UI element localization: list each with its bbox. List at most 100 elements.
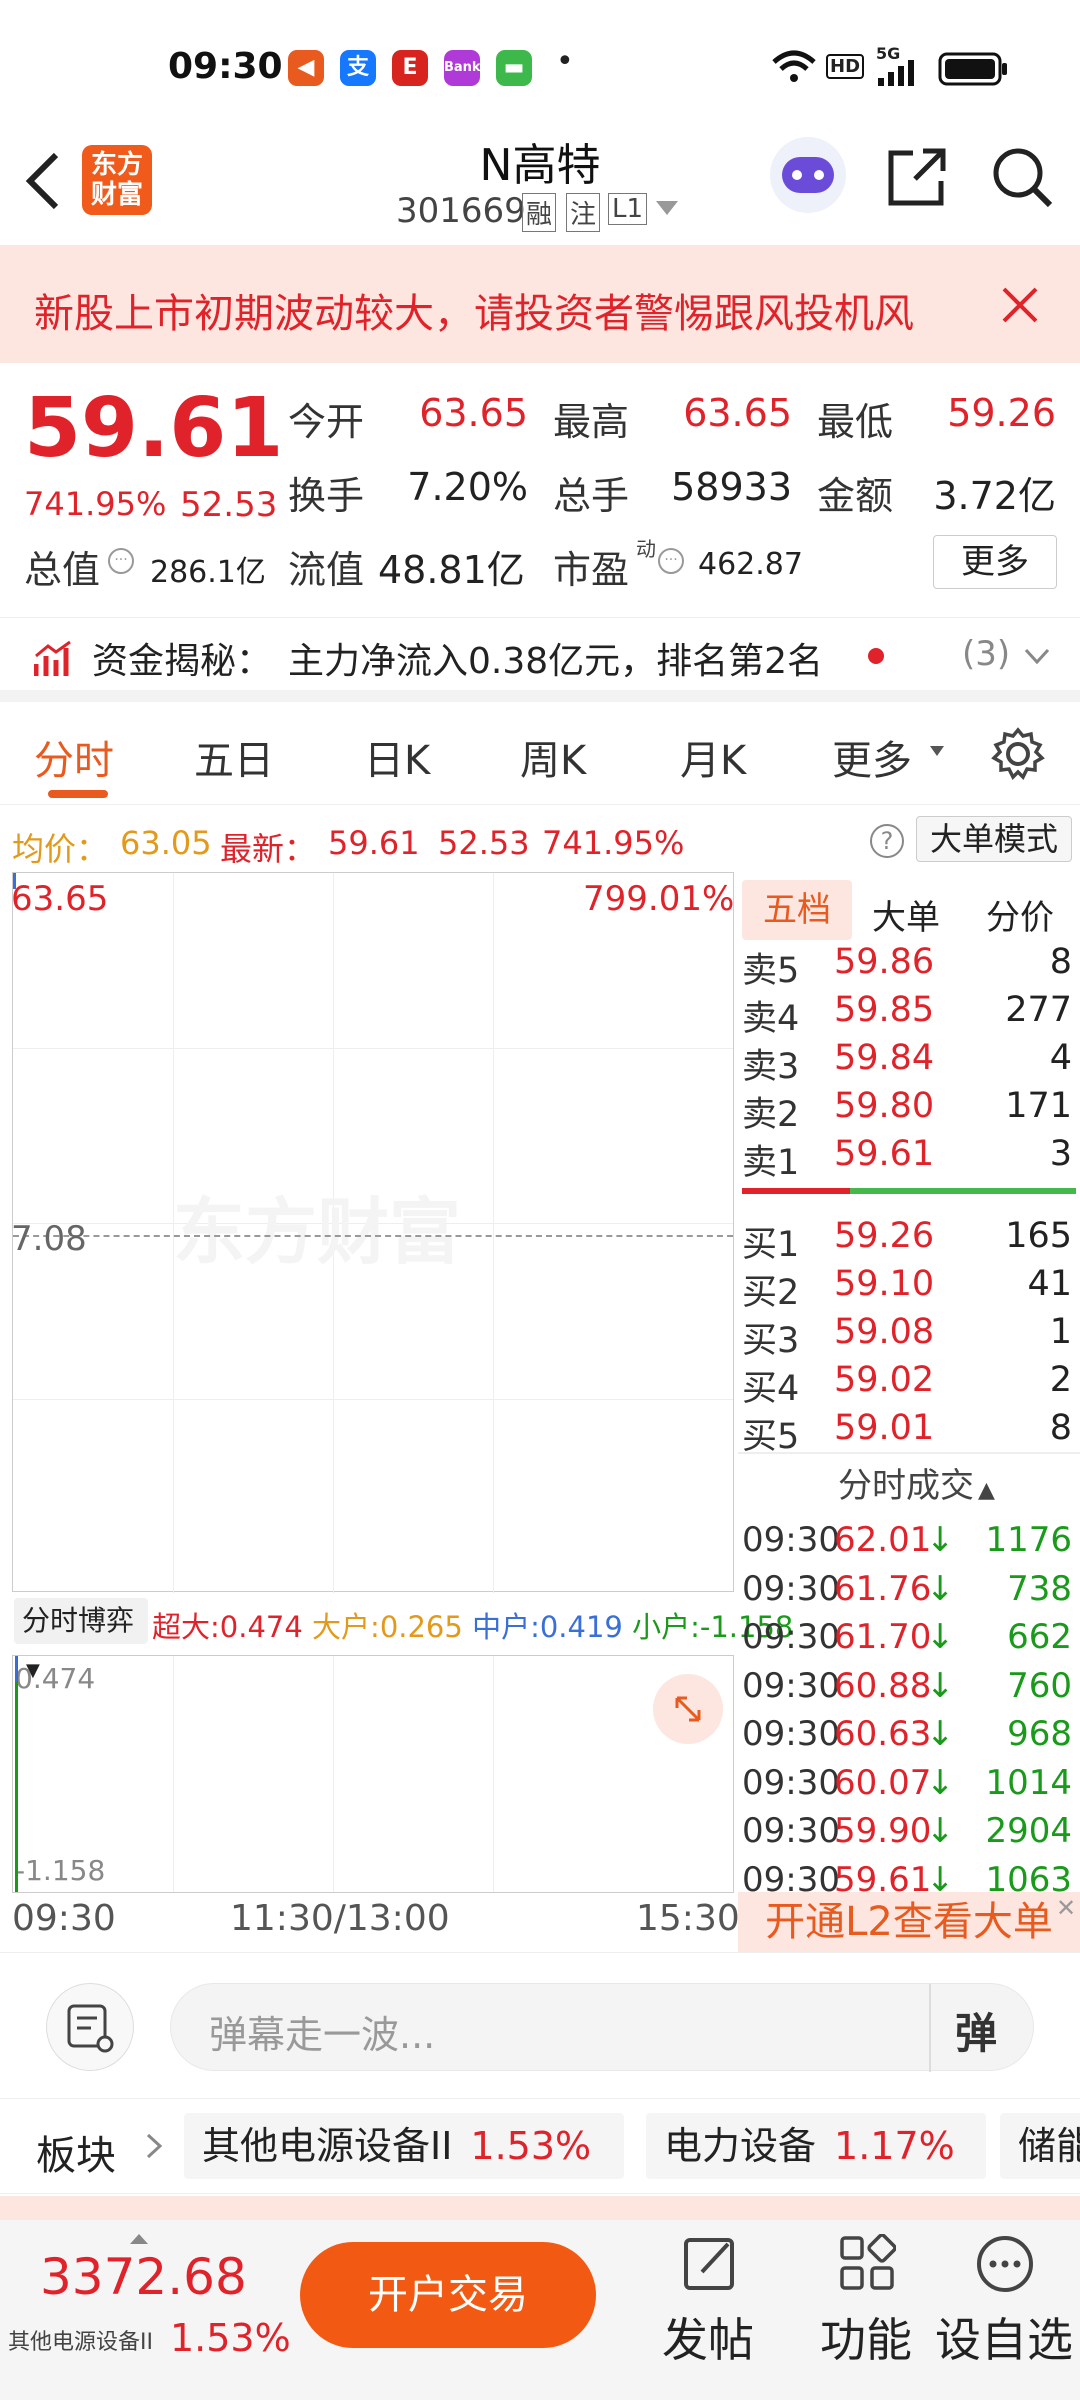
big-order-mode-button[interactable]: 大单模式 (916, 816, 1072, 862)
info-icon[interactable]: ··· (108, 548, 134, 574)
edit-icon (684, 2238, 734, 2290)
tab-more[interactable]: 更多 (832, 728, 912, 786)
pe-dynamic-mark: 动 (636, 537, 656, 561)
trade-time: 09:30 (742, 1520, 840, 1560)
level-label: 卖3 (742, 1047, 800, 1087)
app-notification-icon: ◀ (288, 50, 324, 86)
latest-price: 59.61 (328, 824, 420, 862)
message-app-icon: ▬ (496, 50, 532, 86)
trade-row: 09:30 61.70 ↓ 662 (738, 1617, 1076, 1665)
sector-bar: 板块 其他电源设备II 1.53% 电力设备 1.17% 储能 (0, 2098, 1080, 2194)
status-bar: 09:30 ◀ 支 E Bank ▬ • HD 5G (0, 0, 1080, 130)
level-volume: 165 (1005, 1216, 1072, 1256)
risk-warning-text: 新股上市初期波动较大，请投资者警惕跟风投机风 (34, 291, 914, 337)
tab-price-distribution[interactable]: 分价 (986, 890, 1054, 939)
level-price: 59.02 (834, 1360, 935, 1400)
indicator-subchart[interactable]: 0.474 -1.158 (12, 1655, 734, 1893)
close-icon[interactable] (1000, 285, 1040, 325)
trade-row: 09:30 62.01 ↓ 1176 (738, 1520, 1076, 1568)
intraday-chart[interactable]: 东方财富 7.08 63.65 799.01% (11, 872, 734, 1593)
price-line (13, 873, 16, 889)
expand-icon[interactable] (653, 1674, 723, 1744)
dropdown-icon[interactable] (656, 201, 678, 215)
add-watchlist-button[interactable]: 设自选 (935, 2234, 1080, 2384)
open-account-trade-button[interactable]: 开户交易 (300, 2242, 596, 2348)
help-icon[interactable]: ? (870, 824, 904, 858)
tab-intraday[interactable]: 分时 (34, 728, 114, 786)
avg-price: 63.05 (120, 824, 212, 862)
down-arrow-icon: ↓ (926, 1520, 955, 1560)
tab-monthly-k[interactable]: 月K (680, 728, 746, 786)
trade-row: 09:30 61.76 ↓ 738 (738, 1569, 1076, 1617)
latest-label: 最新： (220, 830, 317, 868)
more-button[interactable]: 更多 (933, 535, 1057, 589)
capital-flow-label: 资金揭秘： (92, 641, 273, 682)
trade-volume: 2904 (985, 1811, 1072, 1851)
chevron-right-icon[interactable] (144, 2131, 164, 2161)
trades-title: 分时成交 ▲ (838, 1466, 995, 1506)
latest-change: 52.53 (438, 824, 530, 862)
chart-tabs: 分时 五日 日K 周K 月K 更多 (0, 700, 1080, 805)
trade-price: 61.70 (834, 1617, 932, 1657)
trade-time: 09:30 (742, 1811, 840, 1851)
app-e-icon: E (392, 50, 428, 86)
tab-daily-k[interactable]: 日K (364, 728, 430, 786)
trade-time: 09:30 (742, 1617, 840, 1657)
post-button[interactable]: 发帖 (660, 2234, 760, 2384)
volume-value: 58933 (671, 465, 792, 509)
index-value: 3372.68 (40, 2248, 247, 2306)
robot-assistant-icon[interactable] (770, 137, 846, 213)
expand-up-icon[interactable] (130, 2234, 148, 2244)
level-price: 59.61 (834, 1134, 935, 1174)
time-axis-start: 09:30 (12, 1898, 116, 1939)
back-icon[interactable] (22, 149, 62, 213)
watermark: 东方财富 (173, 1190, 462, 1274)
down-arrow-icon: ↓ (926, 1665, 955, 1706)
index-percent: 1.53% (170, 2316, 291, 2360)
l2-close-icon[interactable]: ✕ (1056, 1894, 1076, 1922)
capital-flow-bar[interactable]: 资金揭秘： 主力净流入0.38亿元，排名第2名 (3) (0, 617, 1080, 702)
level-volume: 1 (1049, 1312, 1072, 1352)
comment-list-icon[interactable] (46, 1983, 134, 2071)
level-label: 卖1 (742, 1143, 800, 1183)
float-cap-value: 48.81亿 (378, 548, 525, 592)
trade-price: 60.63 (834, 1714, 932, 1754)
share-icon[interactable] (885, 145, 949, 209)
trade-row: 09:30 59.90 ↓ 2904 (738, 1811, 1076, 1859)
tab-five-day[interactable]: 五日 (194, 728, 274, 786)
subchart-bottom-label: -1.158 (15, 1854, 106, 1887)
pe-info-icon[interactable]: ··· (658, 548, 684, 574)
danmu-input[interactable]: 弹幕走一波... 弹 (170, 1983, 1034, 2072)
intraday-info-bar: 均价： 63.05 最新： 59.61 52.53 741.95% ? 大单模式 (0, 808, 1080, 868)
tab-five-levels[interactable]: 五档 (742, 880, 852, 940)
avg-price-label: 均价： (12, 830, 109, 868)
order-book-row: 买2 59.10 41 (738, 1264, 1076, 1313)
gear-icon[interactable] (990, 726, 1046, 782)
sector-chip-other-power[interactable]: 其他电源设备II 1.53% (184, 2113, 624, 2179)
trade-row: 09:30 60.88 ↓ 760 (738, 1666, 1076, 1714)
risk-warning-banner: 新股上市初期波动较大，请投资者警惕跟风投机风 (0, 245, 1080, 363)
search-icon[interactable] (990, 145, 1054, 209)
wifi-icon (772, 50, 816, 82)
order-book-row: 卖2 59.80 171 (738, 1086, 1076, 1135)
more-dropdown-icon (930, 746, 944, 756)
l2-upsell-banner[interactable]: 开通L2查看大单 (738, 1892, 1080, 1952)
sector-chip-storage[interactable]: 储能 (1000, 2113, 1080, 2179)
alipay-icon: 支 (340, 50, 376, 86)
time-axis-end: 15:30 (636, 1898, 740, 1939)
order-book-row: 卖1 59.61 3 (738, 1134, 1076, 1183)
quote-panel: 59.61 741.95% 52.53 今开 63.65 最高 63.65 最低… (0, 365, 1080, 615)
level-price: 59.85 (834, 990, 935, 1030)
sector-chip-power-equipment[interactable]: 电力设备 1.17% (646, 2113, 986, 2179)
open-value: 63.65 (419, 391, 528, 435)
prev-close-line (13, 1235, 733, 1237)
grid-icon (840, 2234, 896, 2290)
indicator-select[interactable]: 分时博弈▼ (14, 1598, 148, 1681)
danmu-placeholder: 弹幕走一波... (209, 2013, 436, 2057)
tab-weekly-k[interactable]: 周K (520, 728, 586, 786)
level-label: 卖2 (742, 1095, 800, 1135)
bid-ask-ratio-green (850, 1188, 1076, 1194)
functions-button[interactable]: 功能 (818, 2234, 918, 2384)
tab-big-orders[interactable]: 大单 (872, 890, 940, 939)
danmu-toggle-button[interactable]: 弹 (955, 2000, 997, 2061)
